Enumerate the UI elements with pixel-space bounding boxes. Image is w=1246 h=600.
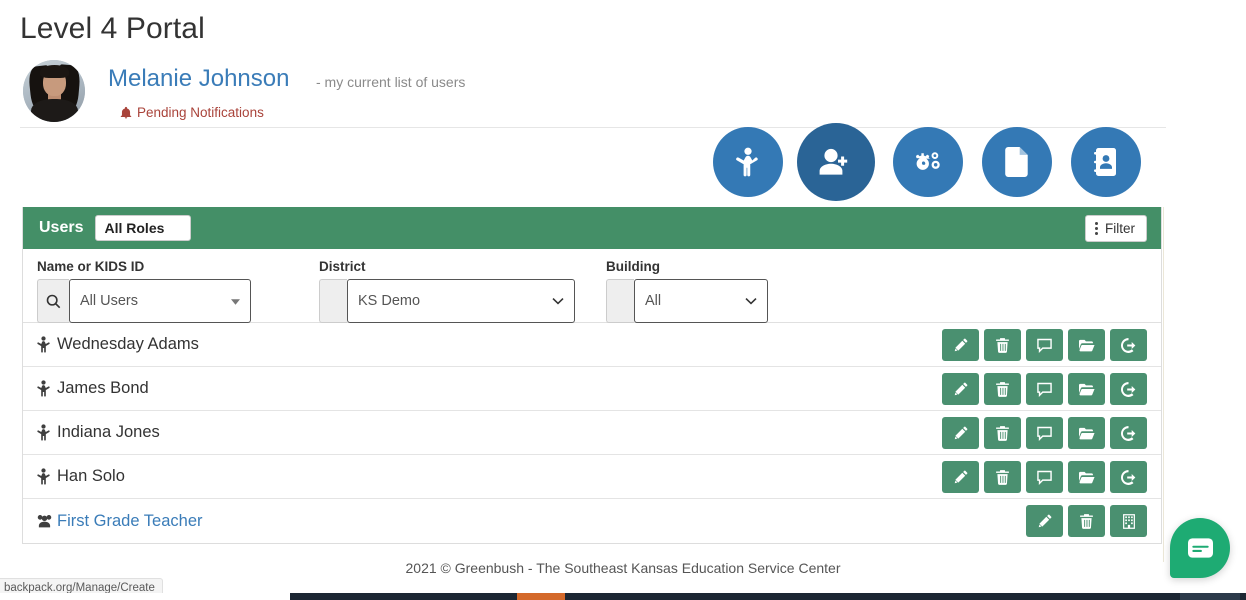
row-name: Indiana Jones <box>57 423 160 441</box>
identity-subtitle: - my current list of users <box>316 74 466 90</box>
row-actions <box>942 373 1147 405</box>
panel-right-gutter <box>1163 207 1164 562</box>
delete-icon[interactable] <box>984 461 1021 493</box>
table-row[interactable]: Indiana Jones <box>23 411 1161 455</box>
row-name: James Bond <box>57 379 149 397</box>
filter-label-name: Name or KIDS ID <box>37 259 145 274</box>
delete-icon[interactable] <box>984 329 1021 361</box>
filter-district: District KS Demo <box>319 259 575 323</box>
child-icon <box>37 424 57 441</box>
sign-out-icon[interactable] <box>1110 461 1147 493</box>
row-actions <box>942 417 1147 449</box>
avatar <box>23 60 85 122</box>
search-icon <box>37 279 69 323</box>
edit-icon[interactable] <box>942 461 979 493</box>
filter-row: Name or KIDS ID All Users District KS De… <box>23 249 1161 323</box>
edit-icon[interactable] <box>1026 505 1063 537</box>
chevron-down-icon <box>552 293 564 309</box>
chat-message-icon <box>1187 538 1213 558</box>
comment-icon[interactable] <box>1026 461 1063 493</box>
quick-action-documents[interactable] <box>982 127 1052 197</box>
row-name: Wednesday Adams <box>57 335 199 353</box>
quick-action-students[interactable] <box>713 127 783 197</box>
sign-out-icon[interactable] <box>1110 373 1147 405</box>
filter-building: Building All <box>606 259 768 323</box>
table-row[interactable]: Wednesday Adams <box>23 323 1161 367</box>
caret-down-icon <box>231 293 240 309</box>
delete-icon[interactable] <box>984 373 1021 405</box>
district-value: KS Demo <box>358 293 421 309</box>
os-taskbar <box>0 593 1246 600</box>
building-addon <box>606 279 634 323</box>
pending-notifications-link[interactable]: Pending Notifications <box>120 105 264 120</box>
name-or-kids-id-value: All Users <box>80 293 139 309</box>
sign-out-icon[interactable] <box>1110 417 1147 449</box>
building-select[interactable]: All <box>634 279 768 323</box>
page-title: Level 4 Portal <box>20 12 205 45</box>
bell-icon <box>120 106 132 119</box>
comment-icon[interactable] <box>1026 373 1063 405</box>
filter-button[interactable]: Filter <box>1085 215 1147 242</box>
quick-action-add-user[interactable] <box>797 123 875 201</box>
add-user-icon <box>818 147 854 177</box>
cogs-icon <box>912 148 944 176</box>
row-actions <box>942 329 1147 361</box>
address-book-icon <box>1094 147 1118 177</box>
table-row[interactable]: Han Solo <box>23 455 1161 499</box>
delete-icon[interactable] <box>984 417 1021 449</box>
kebab-menu-icon <box>1095 222 1098 235</box>
district-select[interactable]: KS Demo <box>347 279 575 323</box>
pending-notifications-label: Pending Notifications <box>137 105 264 120</box>
folder-open-icon[interactable] <box>1068 329 1105 361</box>
users-panel-header: Users All Roles Filter <box>23 207 1161 249</box>
building-value: All <box>645 293 662 309</box>
filter-label-district: District <box>319 259 366 274</box>
quick-actions-bar <box>713 123 1147 201</box>
child-icon <box>37 336 57 353</box>
identity-strip: Melanie Johnson - my current list of use… <box>20 60 1166 128</box>
edit-icon[interactable] <box>942 329 979 361</box>
user-name-link[interactable]: Melanie Johnson <box>108 65 289 93</box>
table-row[interactable]: First Grade Teacher <box>23 499 1161 543</box>
folder-open-icon[interactable] <box>1068 417 1105 449</box>
chat-widget-button[interactable] <box>1170 518 1230 578</box>
role-select[interactable]: All Roles <box>95 215 192 241</box>
filter-name-or-kids-id: Name or KIDS ID All Users <box>37 259 251 323</box>
role-select-wrapper: All Roles <box>95 215 192 241</box>
comment-icon[interactable] <box>1026 329 1063 361</box>
users-panel: Users All Roles Filter Name or KIDS ID A… <box>22 207 1162 544</box>
district-addon <box>319 279 347 323</box>
building-icon[interactable] <box>1110 505 1147 537</box>
quick-action-contacts[interactable] <box>1071 127 1141 197</box>
row-name: Han Solo <box>57 467 125 485</box>
name-or-kids-id-select[interactable]: All Users <box>69 279 251 323</box>
panel-title: Users <box>39 219 84 236</box>
filter-button-label: Filter <box>1105 221 1135 236</box>
comment-icon[interactable] <box>1026 417 1063 449</box>
table-row[interactable]: James Bond <box>23 367 1161 411</box>
child-icon <box>37 380 57 397</box>
student-icon <box>735 147 761 177</box>
document-icon <box>1005 147 1029 177</box>
filter-label-building: Building <box>606 259 660 274</box>
folder-open-icon[interactable] <box>1068 461 1105 493</box>
sign-out-icon[interactable] <box>1110 329 1147 361</box>
edit-icon[interactable] <box>942 373 979 405</box>
quick-action-settings[interactable] <box>893 127 963 197</box>
row-actions <box>942 461 1147 493</box>
row-actions <box>1026 505 1147 537</box>
child-icon <box>37 468 57 485</box>
delete-icon[interactable] <box>1068 505 1105 537</box>
row-name[interactable]: First Grade Teacher <box>57 512 203 531</box>
users-group-icon <box>37 514 57 529</box>
chevron-down-icon <box>745 293 757 309</box>
edit-icon[interactable] <box>942 417 979 449</box>
footer: 2021 © Greenbush - The Southeast Kansas … <box>405 560 841 576</box>
portal-page: Level 4 Portal Melanie Johnson - my curr… <box>0 0 1246 600</box>
folder-open-icon[interactable] <box>1068 373 1105 405</box>
